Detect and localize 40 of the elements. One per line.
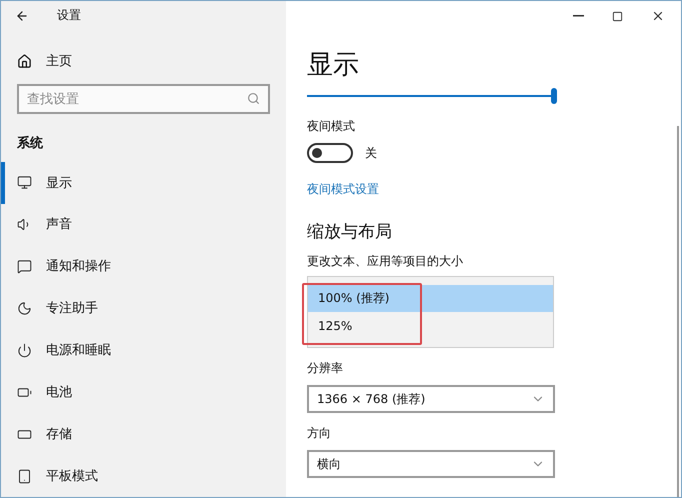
toggle-state: 关 [365,144,377,162]
power-icon [17,342,32,358]
sidebar-item[interactable]: 平板模式 [1,455,286,497]
night-light-toggle[interactable] [307,143,353,163]
home-icon [17,54,32,69]
sidebar-item[interactable]: 声音 [1,204,286,246]
resolution-dropdown[interactable]: 1366 × 768 (推荐) [307,385,555,413]
maximize-button[interactable] [612,10,623,22]
sidebar-item[interactable]: 通知和操作 [1,245,286,288]
section-heading: 缩放与布局 [307,221,393,243]
brightness-slider[interactable] [307,88,557,104]
tablet-icon [17,468,32,484]
close-icon [651,9,665,23]
monitor-icon [17,175,32,190]
orientation-dropdown[interactable]: 横向 [307,450,555,478]
night-light-settings-link[interactable]: 夜间模式设置 [307,181,379,198]
section-heading: 系统 [16,134,44,152]
sidebar-item[interactable]: 存储 [1,413,286,456]
scrollbar[interactable] [677,126,679,497]
scale-label: 更改文本、应用等项目的大小 [307,253,464,270]
message-icon [17,258,32,274]
maximize-icon [612,10,623,22]
scale-option[interactable]: 125% [308,312,553,339]
resolution-label: 分辨率 [307,360,344,377]
window-title: 设置 [57,7,81,24]
back-icon[interactable] [15,8,29,23]
sidebar-item[interactable]: 显示 [1,162,286,204]
orientation-label: 方向 [307,425,332,442]
sidebar-item[interactable]: 电池 [1,371,286,414]
page-title: 显示 [307,49,360,82]
sidebar-item[interactable]: 专注助手 [1,287,286,330]
minimize-icon [573,15,584,17]
minimize-button[interactable] [573,15,584,17]
moon-icon [17,300,32,316]
home-link[interactable]: 主页 [1,52,286,70]
search-icon [247,92,260,106]
sidebar-item[interactable]: 电源和睡眠 [1,329,286,372]
night-light-label: 夜间模式 [307,118,356,135]
close-button[interactable] [651,9,665,23]
scale-option[interactable]: 100% (推荐) [308,285,553,312]
